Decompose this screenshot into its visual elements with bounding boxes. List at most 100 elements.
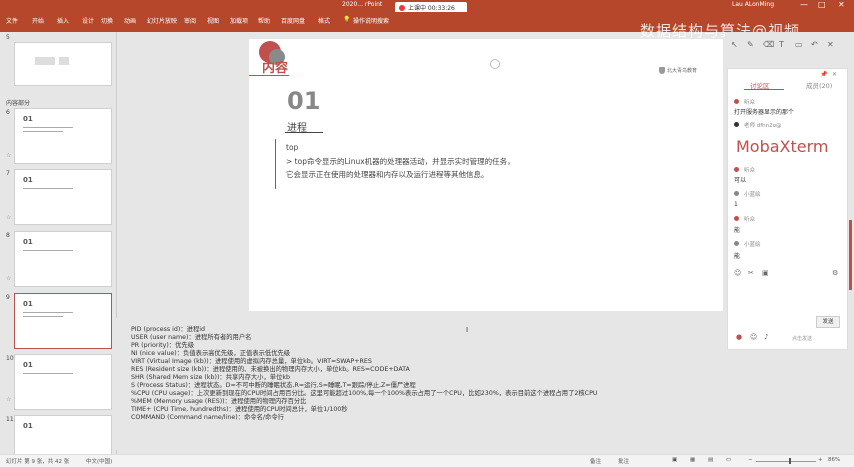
tab-slideshow[interactable]: 幻灯片放映	[147, 16, 177, 25]
tab-format[interactable]: 格式	[318, 16, 330, 25]
comment-author: 听众	[744, 217, 756, 223]
discussion-panel[interactable]: 📌 ✕ 讨论区 成员(20) 听众 打开服务器显示的那个 老师 dfhn2o@ …	[727, 68, 848, 350]
section-number[interactable]: 01	[287, 87, 320, 115]
tab-file[interactable]: 文件	[6, 16, 18, 25]
slide-sorter-icon[interactable]: ▦	[690, 457, 695, 463]
tab-transitions[interactable]: 切换	[101, 16, 113, 25]
slide-thumbnail[interactable]: 01	[14, 415, 112, 455]
slide-thumbnail[interactable]	[14, 42, 112, 86]
minimize-button[interactable]: —	[800, 0, 808, 9]
tab-members[interactable]: 成员(20)	[806, 80, 832, 90]
tab-home[interactable]: 开始	[32, 16, 44, 25]
tab-design[interactable]: 设计	[82, 16, 94, 25]
emoji-icon[interactable]: ☺	[734, 269, 741, 277]
section-label[interactable]: 内容部分	[6, 98, 30, 107]
tab-insert[interactable]: 插入	[57, 16, 69, 25]
pin-icon[interactable]: 📌	[820, 71, 827, 78]
zoom-slider[interactable]	[756, 461, 816, 462]
tab-baidu[interactable]: 百度网盘	[281, 16, 305, 25]
comment-author: 听众	[744, 100, 756, 106]
maximize-button[interactable]: □	[818, 0, 826, 9]
zoom-in-icon[interactable]: +	[818, 457, 823, 463]
zoom-out-icon[interactable]: −	[748, 457, 753, 463]
comment-author: 老师 dfhn2o@	[744, 123, 782, 129]
slide-text-line[interactable]: > top命令显示的Linux机器的处理器活动，并显示实时管理的任务，	[286, 156, 515, 167]
image-icon[interactable]: ▣	[762, 269, 769, 277]
avatar	[734, 99, 739, 104]
pen-tool-icon[interactable]: ✎	[747, 40, 754, 49]
reading-view-icon[interactable]: ▤	[708, 457, 713, 463]
slide-thumbnail[interactable]: 01	[14, 231, 112, 287]
thumb-number: 6	[6, 109, 10, 116]
text-tool-icon[interactable]: T	[779, 40, 784, 49]
comment-message: 打开服务器显示的那个	[734, 109, 795, 116]
notes-pane[interactable]: I PID (process id)：进程id USER (user name)…	[116, 318, 722, 450]
zoom-level[interactable]: 86%	[828, 457, 840, 463]
tab-addins[interactable]: 加载项	[230, 16, 248, 25]
pointer-tool-icon[interactable]: ↖	[731, 40, 738, 49]
thumb-label: 01	[23, 422, 33, 430]
slide-text-line[interactable]: top	[286, 143, 298, 152]
eraser-icon[interactable]: ⌫	[763, 40, 774, 49]
subtitle-underline	[285, 132, 323, 133]
mic-icon[interactable]: ♪	[764, 333, 768, 341]
slide-thumbnail-selected[interactable]: 01	[14, 293, 112, 349]
document-title: 2020... rPoint	[342, 1, 383, 8]
zoom-slider-knob[interactable]	[789, 458, 791, 464]
thumb-number: 11	[6, 416, 14, 423]
thumb-label: 01	[23, 176, 33, 184]
tab-help[interactable]: 帮助	[258, 16, 270, 25]
thumb-number: 5	[6, 34, 10, 41]
emoji-icon[interactable]: ☺	[750, 333, 757, 341]
tab-animations[interactable]: 动画	[124, 16, 136, 25]
microphone-icon[interactable]: ●	[736, 333, 742, 341]
star-icon: ☆	[6, 152, 12, 159]
comment-author: 小蓝绘	[744, 192, 761, 198]
vertical-divider	[275, 139, 276, 189]
settings-icon[interactable]: ⚙	[832, 269, 838, 277]
slideshow-icon[interactable]: ▭	[726, 457, 731, 463]
slide-thumbnail[interactable]: 01	[14, 354, 112, 410]
logo-text: 北大青鸟教育	[667, 68, 698, 74]
star-icon: ☆	[6, 214, 12, 221]
slide-thumbnail[interactable]: 01	[14, 169, 112, 225]
active-tab-indicator	[744, 89, 784, 90]
scrollbar-thumb[interactable]	[849, 220, 852, 290]
status-bar: 幻灯片 第 9 张，共 42 张 中文(中国) 备注 批注 ▣ ▦ ▤ ▭ − …	[0, 454, 854, 467]
tab-view[interactable]: 视图	[207, 16, 219, 25]
tab-review[interactable]: 审阅	[184, 16, 196, 25]
recording-time: 上课中 00:33:26	[408, 5, 455, 12]
send-hint: 点击发送	[792, 336, 813, 342]
close-panel-icon[interactable]: ✕	[832, 71, 837, 78]
close-button[interactable]: ✕	[838, 0, 845, 9]
mobaxterm-annotation: MobaXterm	[736, 137, 829, 156]
thumb-number: 10	[6, 355, 14, 362]
undo-icon[interactable]: ↶	[811, 40, 818, 49]
thumb-label: 01	[23, 300, 33, 308]
shape-tool-icon[interactable]: ▭	[795, 40, 803, 49]
comment-message: 1	[734, 201, 738, 208]
record-icon	[399, 5, 405, 11]
slide-text-line[interactable]: 它会显示正在使用的处理器和内存以及运行进程等其他信息。	[286, 169, 489, 180]
comment-author: 听众	[744, 168, 756, 174]
scissors-icon[interactable]: ✂	[748, 269, 754, 277]
pointer-icon	[490, 59, 500, 69]
language-indicator[interactable]: 中文(中国)	[86, 457, 112, 465]
star-icon: ☆	[6, 396, 12, 403]
avatar	[734, 241, 739, 246]
search-tell-me[interactable]: 操作说明搜索	[353, 16, 389, 25]
avatar	[734, 167, 739, 172]
normal-view-icon[interactable]: ▣	[672, 457, 677, 463]
slide-thumbnail[interactable]: 01	[14, 108, 112, 164]
send-button[interactable]: 发送	[816, 316, 840, 328]
slide-canvas[interactable]: 内容 01 进程 top > top命令显示的Linux机器的处理器活动，并显示…	[249, 39, 723, 311]
comments-toggle[interactable]: 批注	[618, 457, 629, 465]
note-line: COMMAND (Command name/line)：命令名/命令行	[131, 414, 284, 421]
slide-thumbnail-pane[interactable]: 5 内容部分 6 01 ☆ 7 01 ☆ 8 01 ☆ 9 01 10 01 ☆…	[0, 32, 117, 455]
slide-title[interactable]: 内容	[262, 57, 288, 76]
user-name[interactable]: Lau ALonMing	[732, 1, 774, 8]
clear-icon[interactable]: ✕	[827, 40, 834, 49]
reply-area[interactable]: 发送 ● ☺ ♪ 点击发送	[732, 315, 843, 343]
logo-icon	[659, 67, 665, 74]
notes-toggle[interactable]: 备注	[590, 457, 601, 465]
